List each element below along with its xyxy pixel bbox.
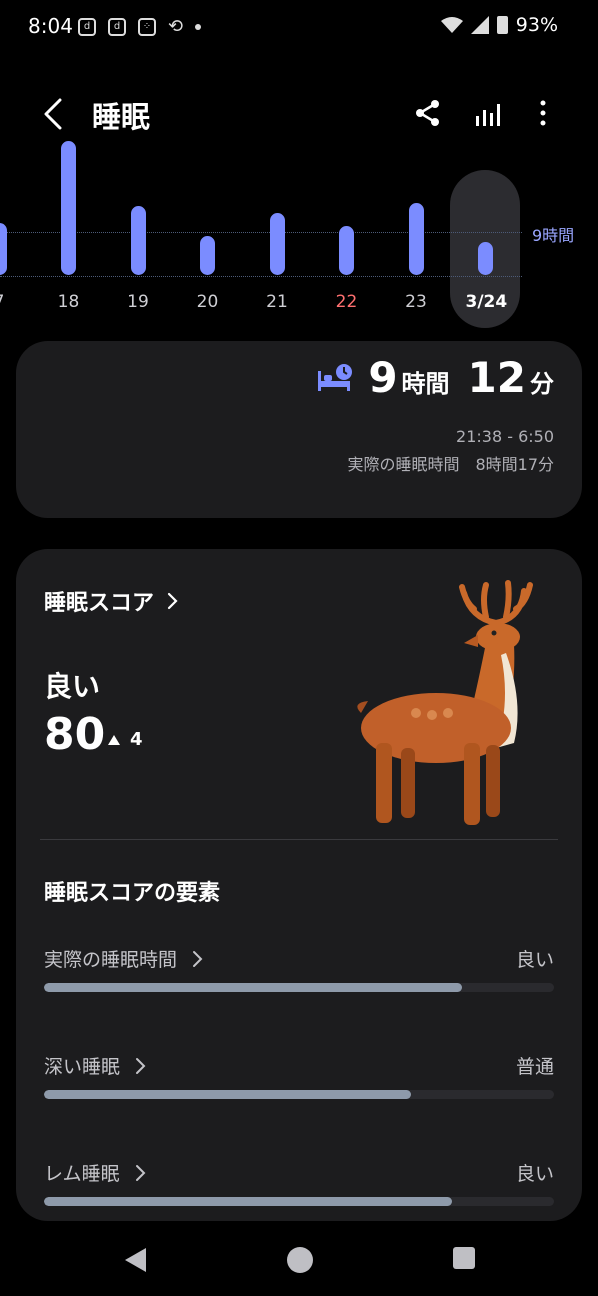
factor-actual-sleep-time[interactable]: 実際の睡眠時間 良い xyxy=(44,945,554,995)
factor-progress-fill xyxy=(44,983,463,992)
factor-status: 良い xyxy=(515,1163,554,1185)
status-time: 8:04 xyxy=(28,14,73,38)
chart-bar-17[interactable] xyxy=(0,222,7,275)
chart-bar-20[interactable] xyxy=(200,235,215,275)
sleep-time-range: 21:38 - 6:50 xyxy=(456,427,554,446)
factor-label: 実際の睡眠時間 xyxy=(44,945,203,972)
chart-x-label: 21 xyxy=(266,292,288,312)
app-header: 睡眠 xyxy=(0,90,598,140)
chart-bar-22[interactable] xyxy=(339,225,354,275)
chart-bar-23[interactable] xyxy=(408,202,424,275)
status-bar: 8:04 d d ⁘ ⟲ 93% xyxy=(0,0,598,52)
stats-icon[interactable] xyxy=(473,98,503,128)
factor-status: 良い xyxy=(515,949,554,971)
factor-status: 普通 xyxy=(515,1056,554,1078)
chevron-right-icon xyxy=(167,592,178,610)
recents-square-icon[interactable] xyxy=(452,1246,476,1272)
sleep-chart[interactable]: 9時間 7 18 19 20 21 22 23 3/24 xyxy=(0,140,598,328)
factor-label-text: レム睡眠 xyxy=(44,1163,120,1185)
reference-line-lower xyxy=(0,276,522,277)
chevron-right-icon xyxy=(193,950,203,967)
duration-row: 9 時間 12 分 xyxy=(316,353,554,402)
system-nav-bar xyxy=(0,1226,598,1296)
chart-x-label: 22 xyxy=(335,292,358,312)
duration-hours-unit: 時間 xyxy=(401,370,450,398)
factor-label-text: 深い睡眠 xyxy=(44,1056,121,1078)
back-triangle-icon[interactable] xyxy=(122,1246,148,1274)
back-icon[interactable] xyxy=(38,96,68,132)
sync-icon: ⟲ xyxy=(168,16,184,37)
factor-progress-fill xyxy=(44,1197,452,1206)
page-title: 睡眠 xyxy=(92,100,151,134)
battery-icon xyxy=(496,16,508,34)
chart-x-label: 20 xyxy=(196,292,219,312)
factor-label: レム睡眠 xyxy=(44,1159,146,1186)
bed-clock-icon xyxy=(318,363,353,391)
score-quality: 良い xyxy=(44,670,101,703)
more-icon[interactable] xyxy=(528,98,558,128)
chart-x-label: 23 xyxy=(405,292,427,312)
chart-x-label: 7 xyxy=(0,292,19,312)
factor-progress-track xyxy=(44,1090,554,1099)
chevron-right-icon xyxy=(135,1164,146,1181)
up-arrow-icon xyxy=(108,734,120,745)
chevron-right-icon xyxy=(136,1057,146,1074)
chart-bar-21[interactable] xyxy=(269,212,285,275)
sleep-score-card: 睡眠スコア 良い 80 4 睡眠スコアの要素 実際の睡眠時間 良い 深い睡眠 普… xyxy=(16,549,582,1221)
chart-bar-18[interactable] xyxy=(61,140,76,275)
deer-illustration xyxy=(357,580,533,825)
factor-rem-sleep[interactable]: レム睡眠 良い xyxy=(44,1159,554,1209)
duration-hours: 9 xyxy=(368,353,398,402)
wifi-icon xyxy=(440,17,463,33)
system-status: 93% xyxy=(440,14,558,36)
apps-icon: ⁘ xyxy=(138,17,156,36)
score-delta: 4 xyxy=(108,729,143,750)
reference-line-label: 9時間 xyxy=(532,226,575,245)
factor-deep-sleep[interactable]: 深い睡眠 普通 xyxy=(44,1052,554,1102)
home-circle-icon[interactable] xyxy=(286,1246,314,1274)
duration-minutes: 12 xyxy=(467,353,526,402)
factor-label-text: 実際の睡眠時間 xyxy=(44,949,178,971)
chart-x-label: 3/24 xyxy=(465,292,508,312)
score-delta-value: 4 xyxy=(130,729,143,750)
factor-progress-fill xyxy=(44,1090,412,1099)
chart-x-label: 18 xyxy=(57,292,80,312)
score-value: 80 xyxy=(44,709,106,760)
reference-line-upper xyxy=(0,232,522,233)
dot-icon xyxy=(195,23,202,30)
score-factors-title: 睡眠スコアの要素 xyxy=(44,881,221,906)
factor-progress-track xyxy=(44,1197,554,1206)
sleep-duration-card[interactable]: 9 時間 12 分 21:38 - 6:50 実際の睡眠時間 8時間17分 xyxy=(16,341,582,518)
actual-sleep-time: 実際の睡眠時間 8時間17分 xyxy=(347,455,554,474)
battery-level: 93% xyxy=(515,14,558,36)
chart-bar-3-24[interactable] xyxy=(478,242,493,275)
chart-x-label: 19 xyxy=(127,292,149,312)
factor-progress-track xyxy=(44,983,554,992)
notification-icons: d d ⁘ ⟲ xyxy=(78,16,202,37)
sleep-score-link[interactable]: 睡眠スコア xyxy=(44,585,178,617)
d-app-icon: d xyxy=(78,17,96,36)
sleep-score-label: 睡眠スコア xyxy=(44,591,155,616)
share-icon[interactable] xyxy=(413,98,443,128)
d-app-icon: d xyxy=(108,17,126,36)
chart-bar-19[interactable] xyxy=(130,206,146,275)
section-divider xyxy=(40,839,558,840)
duration-minutes-unit: 分 xyxy=(530,370,554,398)
factor-label: 深い睡眠 xyxy=(44,1052,146,1079)
signal-icon xyxy=(470,16,489,34)
